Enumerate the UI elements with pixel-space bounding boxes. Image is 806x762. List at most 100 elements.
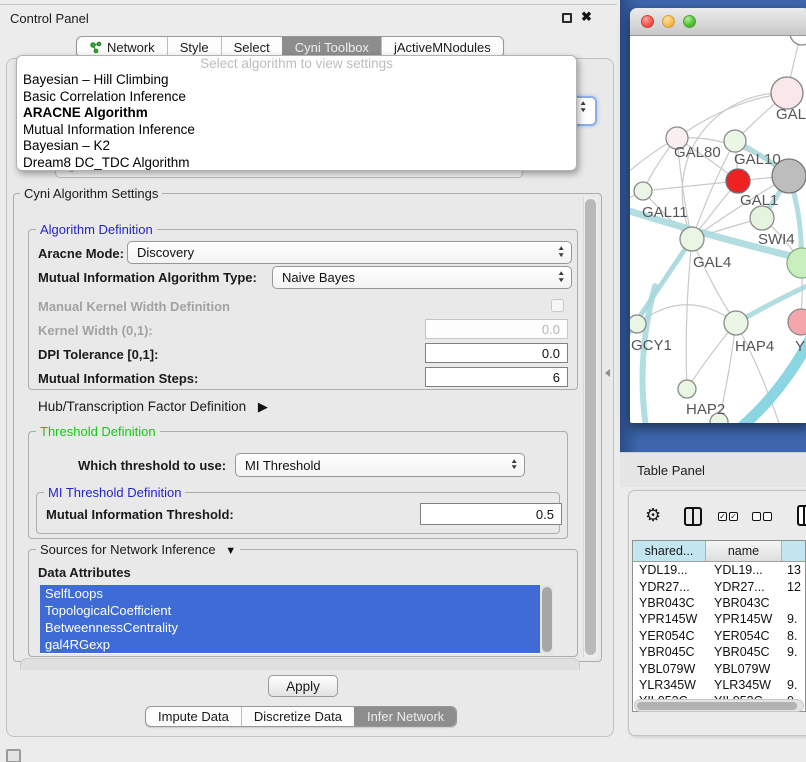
network-node[interactable] xyxy=(726,169,750,193)
mi-type-combo[interactable]: Naive Bayes ▲▼ xyxy=(272,266,572,289)
manual-kernel-checkbox[interactable] xyxy=(551,299,564,312)
mi-threshold-field[interactable]: 0.5 xyxy=(420,503,562,525)
node-label: GAL xyxy=(776,106,806,123)
close-traffic-light-icon[interactable] xyxy=(641,15,654,28)
data-attributes-label: Data Attributes xyxy=(38,565,131,580)
mi-threshold-group-title: MI Threshold Definition xyxy=(44,485,185,500)
mi-threshold-label: Mutual Information Threshold: xyxy=(46,507,234,522)
which-threshold-combo[interactable]: MI Threshold ▲▼ xyxy=(235,453,525,477)
hub-section-label: Hub/Transcription Factor Definition xyxy=(38,399,246,414)
settings-bottom-strip xyxy=(20,658,580,670)
table-cell: YDR27... xyxy=(633,580,706,594)
algorithm-option[interactable]: Basic Correlation Inference xyxy=(17,89,576,106)
network-canvas[interactable]: GALGAL80GAL10GAL1GAL11SWI4GAL4GCY1HAP4YH… xyxy=(630,36,806,423)
data-attributes-list[interactable]: SelfLoopsTopologicalCoefficientBetweenne… xyxy=(40,585,553,654)
network-node[interactable] xyxy=(630,315,646,333)
select-all-icon[interactable]: ✓ xyxy=(718,512,727,521)
algorithm-option[interactable]: ARACNE Algorithm xyxy=(17,105,576,122)
table-cell: YDL19... xyxy=(706,563,782,577)
table-row[interactable]: YBL079WYBL079W xyxy=(633,660,805,676)
attributes-scrollbar-thumb[interactable] xyxy=(542,587,552,652)
algorithm-option[interactable]: Bayesian – K2 xyxy=(17,138,576,155)
data-attribute-item[interactable]: SelfLoops xyxy=(40,585,541,602)
minimize-traffic-light-icon[interactable] xyxy=(662,15,675,28)
table-row[interactable]: YLR345WYLR345W9. xyxy=(633,677,805,693)
manual-kernel-label: Manual Kernel Width Definition xyxy=(38,299,230,314)
tab-style[interactable]: Style xyxy=(167,37,221,57)
float-window-icon[interactable] xyxy=(562,13,572,23)
aracne-mode-combo[interactable]: Discovery ▲▼ xyxy=(127,241,572,264)
column-layout-icon[interactable] xyxy=(684,507,702,526)
kernel-width-field[interactable]: 0.0 xyxy=(425,319,568,339)
algorithm-option[interactable]: Mutual Information Inference xyxy=(17,122,576,139)
deselect-all-icon[interactable] xyxy=(752,512,761,521)
apply-button[interactable]: Apply xyxy=(268,675,338,697)
close-icon[interactable]: ✖ xyxy=(581,9,592,25)
deselect-all-icon[interactable] xyxy=(763,512,772,521)
select-all-icon[interactable]: ✓ xyxy=(729,512,738,521)
aracne-mode-label: Aracne Mode: xyxy=(38,246,124,261)
network-node[interactable] xyxy=(724,130,746,152)
table-row[interactable]: YBR045CYBR045C9. xyxy=(633,644,805,660)
algorithm-option[interactable]: Bayesian – Hill Climbing xyxy=(17,72,576,89)
data-attribute-item[interactable]: TopologicalCoefficient xyxy=(40,602,541,619)
tab-infer-network-label: Infer Network xyxy=(367,709,444,724)
column-header-partial[interactable] xyxy=(782,541,805,561)
network-edge[interactable] xyxy=(686,239,692,389)
which-threshold-value: MI Threshold xyxy=(245,458,507,473)
sources-group-title[interactable]: Sources for Network Inference ▼ xyxy=(36,542,240,557)
network-window-titlebar[interactable] xyxy=(630,8,806,36)
hub-section-toggle[interactable]: Hub/Transcription Factor Definition ▶ xyxy=(38,399,268,415)
dpi-tolerance-field[interactable]: 0.0 xyxy=(425,343,568,363)
table-cell: YDR27... xyxy=(706,580,782,594)
column-header-name[interactable]: name xyxy=(706,541,782,561)
network-node[interactable] xyxy=(750,206,774,230)
node-table: shared... name YDL19...YDL19...13YDR27..… xyxy=(632,540,806,712)
network-node[interactable] xyxy=(680,227,704,251)
tab-infer-network[interactable]: Infer Network xyxy=(354,707,456,726)
panel-divider-collapse-arrow[interactable] xyxy=(605,369,610,377)
table-row[interactable]: YDL19...YDL19...13 xyxy=(633,562,805,578)
dpi-tolerance-value: 0.0 xyxy=(542,346,560,361)
threshold-definition-title: Threshold Definition xyxy=(36,424,160,439)
mi-steps-field[interactable]: 6 xyxy=(425,367,568,387)
table-horizontal-scrollbar[interactable] xyxy=(634,699,804,712)
network-node[interactable] xyxy=(790,36,806,45)
tab-network[interactable]: Network xyxy=(77,37,167,57)
node-label: GCY1 xyxy=(631,337,672,354)
network-edge[interactable] xyxy=(738,320,806,423)
table-panel-titlebar: Table Panel xyxy=(620,452,806,487)
network-node[interactable] xyxy=(724,311,748,335)
zoom-traffic-light-icon[interactable] xyxy=(683,15,696,28)
tab-cyni-toolbox[interactable]: Cyni Toolbox xyxy=(282,37,381,57)
table-row[interactable]: YER054CYER054C8. xyxy=(633,628,805,644)
table-row[interactable]: YBR043CYBR043C xyxy=(633,595,805,611)
table-row[interactable]: YPR145WYPR145W9. xyxy=(633,611,805,627)
dpi-tolerance-label: DPI Tolerance [0,1]: xyxy=(38,347,158,362)
settings-scrollbar-thumb[interactable] xyxy=(585,199,596,655)
table-cell: YPR145W xyxy=(633,612,706,626)
table-view-icon[interactable] xyxy=(797,505,806,526)
algorithm-options: Bayesian – Hill ClimbingBasic Correlatio… xyxy=(17,72,576,171)
tab-jactivemnodules[interactable]: jActiveMNodules xyxy=(381,37,503,57)
table-row[interactable]: YDR27...YDR27...12 xyxy=(633,578,805,594)
tab-select[interactable]: Select xyxy=(221,37,282,57)
network-edge[interactable] xyxy=(643,181,738,191)
column-header-shared-name[interactable]: shared... xyxy=(633,541,706,561)
data-attribute-item[interactable]: gal4RGexp xyxy=(40,636,541,653)
tab-discretize-data[interactable]: Discretize Data xyxy=(241,707,354,726)
algorithm-option[interactable]: Dream8 DC_TDC Algorithm xyxy=(17,155,576,171)
minimized-panel-icon[interactable] xyxy=(6,749,21,762)
apply-button-label: Apply xyxy=(286,679,320,694)
table-scrollbar-thumb[interactable] xyxy=(637,702,797,711)
network-node[interactable] xyxy=(678,380,696,398)
network-node[interactable] xyxy=(771,77,803,109)
gear-icon[interactable]: ⚙ xyxy=(645,505,661,526)
node-label: GAL10 xyxy=(734,151,781,168)
sources-title-label: Sources for Network Inference xyxy=(40,542,216,557)
window-top-divider xyxy=(0,4,617,5)
tab-impute-data[interactable]: Impute Data xyxy=(146,707,241,726)
data-attribute-item[interactable]: BetweennessCentrality xyxy=(40,619,541,636)
network-node[interactable] xyxy=(634,182,652,200)
network-node[interactable] xyxy=(788,309,806,335)
